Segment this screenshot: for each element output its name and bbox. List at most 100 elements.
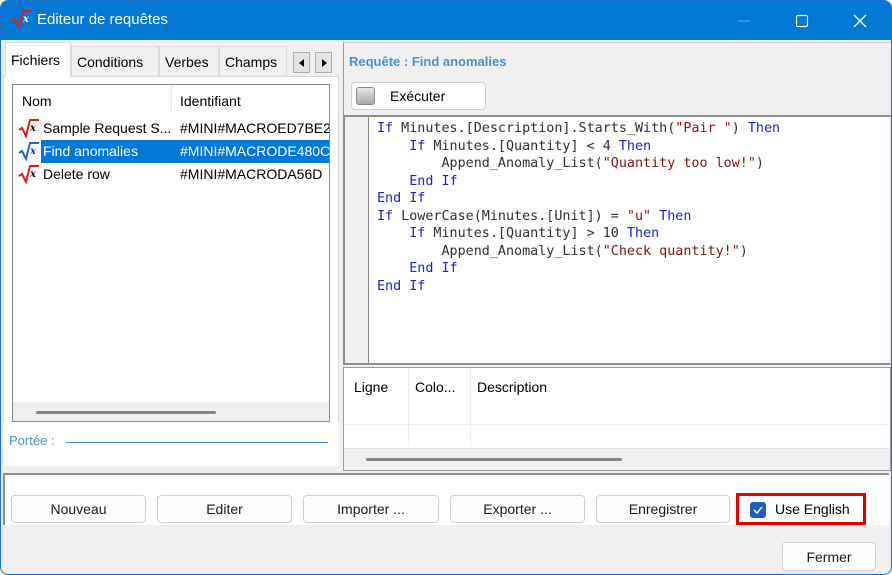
tab-scroll-right-button[interactable] — [315, 52, 332, 73]
list-header: Nom Identifiant — [13, 85, 329, 115]
column-header-identifiant[interactable]: Identifiant — [180, 93, 241, 109]
column-separator[interactable] — [408, 368, 409, 446]
tab-label: Verbes — [165, 54, 209, 70]
tab-champs[interactable]: Champs — [219, 46, 287, 76]
column-header-colonne[interactable]: Colo... — [415, 379, 455, 395]
code-line[interactable]: If LowerCase(Minutes.[Unit]) = "u" Then — [377, 208, 780, 226]
code-line[interactable]: End If — [377, 173, 780, 191]
item-identifier: #MINI#MACRODE480C — [180, 143, 330, 159]
code-keyword: Then — [659, 208, 692, 224]
edit-button[interactable]: Editer — [157, 495, 292, 523]
code-line[interactable]: If Minutes.[Quantity] > 10 Then — [377, 225, 780, 243]
execute-label: Exécuter — [390, 88, 446, 104]
code-text: ) — [739, 243, 748, 259]
item-identifier: #MINI#MACROED7BE2 — [180, 120, 330, 136]
code-keyword: If — [409, 226, 426, 241]
code-keyword: Then — [626, 226, 660, 241]
code-line[interactable]: If Minutes.[Description].Starts_With("Pa… — [377, 120, 780, 138]
code-keyword: End If — [377, 278, 426, 294]
portee-divider — [66, 442, 328, 443]
checkmark-icon — [753, 506, 763, 514]
save-button[interactable]: Enregistrer — [596, 495, 730, 523]
item-name: Delete row — [43, 166, 110, 182]
code-line[interactable]: If Minutes.[Quantity] < 4 Then — [377, 138, 780, 156]
code-keyword: End If — [409, 173, 458, 189]
code-keyword: If — [377, 121, 394, 136]
code-keyword: If — [409, 138, 426, 154]
tab-conditions[interactable]: Conditions — [71, 46, 159, 76]
item-name: Find anomalies — [43, 143, 138, 159]
code-line[interactable]: Append_Anomaly_List("Quantity too low!") — [377, 155, 780, 173]
column-header-nom[interactable]: Nom — [22, 93, 52, 109]
code-text: ) — [731, 121, 748, 136]
new-button[interactable]: Nouveau — [11, 495, 146, 523]
code-keyword: Then — [618, 138, 652, 154]
code-line[interactable]: End If — [377, 190, 780, 208]
query-editor-window: x Editeur de requêtes Fichiers Condition… — [0, 0, 892, 575]
column-header-description[interactable]: Description — [477, 379, 547, 395]
code-line[interactable]: Append_Anomaly_List("Check quantity!") — [377, 243, 780, 261]
column-separator[interactable] — [470, 368, 471, 446]
close-button[interactable] — [837, 1, 883, 40]
maximize-button[interactable] — [779, 1, 825, 40]
code-text: Minutes.[Quantity] > 10 — [425, 226, 627, 241]
svg-text:x: x — [22, 14, 30, 25]
files-list[interactable]: Nom Identifiant x Sample Request S... #M… — [12, 84, 330, 422]
list-item[interactable]: x Sample Request S... #MINI#MACROED7BE2 — [13, 117, 329, 140]
button-label: Enregistrer — [628, 501, 698, 517]
code-string: "Quantity too low!" — [602, 156, 756, 171]
code-keyword: If — [377, 208, 394, 224]
tab-label: Fichiers — [11, 52, 61, 68]
button-label: Editer — [206, 501, 243, 517]
item-identifier: #MINI#MACRODA56D — [180, 166, 323, 182]
column-header-ligne[interactable]: Ligne — [354, 379, 388, 395]
portee-label: Portée : — [9, 433, 55, 448]
tab-fichiers[interactable]: Fichiers — [5, 42, 71, 77]
results-horizontal-scrollbar[interactable] — [344, 448, 890, 470]
code-text: Minutes.[Description].Starts_With( — [393, 121, 676, 136]
sqrt-x-icon: x — [18, 119, 39, 138]
checkbox-checked-icon[interactable] — [750, 502, 766, 518]
button-label: Importer ... — [337, 501, 405, 517]
tab-label: Conditions — [77, 54, 144, 70]
minimize-icon — [738, 20, 750, 21]
tab-label: Champs — [225, 54, 278, 70]
svg-text:x: x — [29, 169, 37, 180]
list-item-selected[interactable]: x Find anomalies #MINI#MACRODE480C — [13, 140, 329, 163]
window-title: Editeur de requêtes — [37, 11, 168, 28]
export-button[interactable]: Exporter ... — [450, 495, 585, 523]
list-item[interactable]: x Delete row #MINI#MACRODA56D — [13, 163, 329, 186]
request-title: Requête : Find anomalies — [349, 54, 507, 69]
tab-verbes[interactable]: Verbes — [159, 46, 219, 76]
svg-text:x: x — [29, 146, 37, 157]
code-editor[interactable]: If Minutes.[Description].Starts_With("Pa… — [343, 115, 891, 365]
button-label: Nouveau — [50, 501, 107, 517]
list-horizontal-scrollbar[interactable] — [13, 402, 329, 421]
request-header: Requête : Find anomalies Exécuter — [343, 42, 891, 115]
scrollbar-thumb[interactable] — [36, 411, 216, 414]
code-text: Append_Anomaly_List( — [377, 243, 603, 259]
portee-section: Portée : — [3, 422, 339, 466]
code-line[interactable]: End If — [377, 260, 780, 278]
code-keyword: End If — [377, 191, 426, 206]
column-separator[interactable] — [171, 85, 172, 111]
errors-table[interactable]: Ligne Colo... Description — [343, 367, 891, 471]
use-english-checkbox[interactable]: Use English — [736, 493, 866, 525]
execute-indicator-icon — [356, 87, 375, 105]
code-string: "u" — [626, 208, 652, 224]
code-line[interactable]: End If — [377, 278, 780, 296]
code-content[interactable]: If Minutes.[Description].Starts_With("Pa… — [377, 120, 780, 295]
close-dialog-button[interactable]: Fermer — [782, 542, 876, 571]
tab-scroll-left-button[interactable] — [293, 52, 310, 73]
execute-button[interactable]: Exécuter — [351, 82, 486, 110]
minimize-button[interactable] — [721, 1, 767, 40]
sqrt-x-app-icon: x — [11, 10, 32, 29]
import-button[interactable]: Importer ... — [303, 495, 439, 523]
scrollbar-thumb[interactable] — [366, 458, 622, 461]
left-tabs: Fichiers Conditions Verbes Champs — [3, 42, 341, 77]
